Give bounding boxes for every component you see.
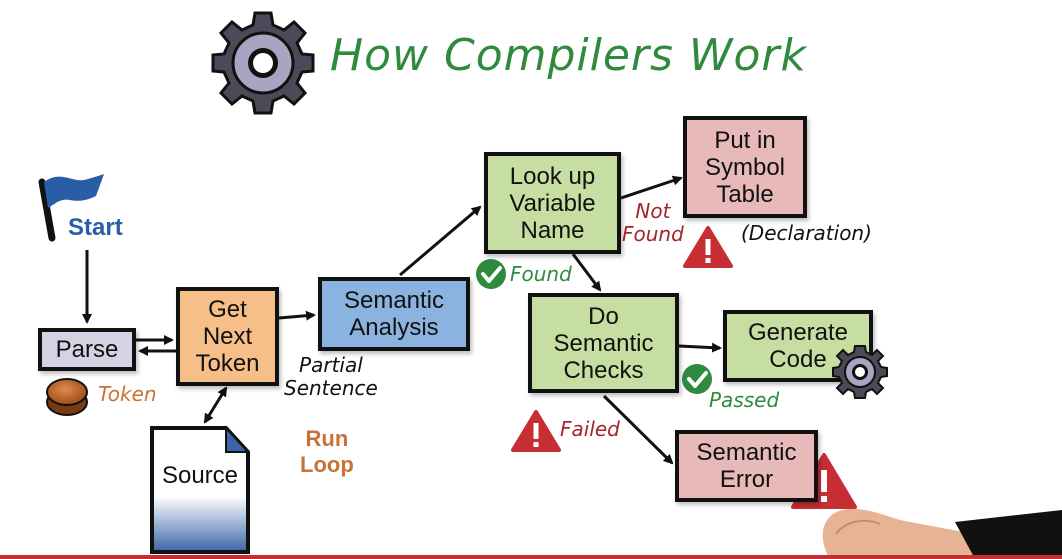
partial-sentence-text: Partial Sentence	[284, 353, 378, 400]
semantic-error-label: Semantic Error	[696, 439, 797, 493]
token-label: Token	[98, 382, 157, 406]
symbol-table-label: Put in Symbol Table	[704, 126, 786, 208]
run-loop-label: Run Loop	[300, 426, 354, 477]
get-next-token-box: Get Next Token	[176, 287, 279, 386]
bottom-progress-line	[0, 555, 1062, 559]
page-title: How Compilers Work	[330, 30, 807, 81]
document-icon	[150, 425, 251, 554]
not-found-label: Not Found	[622, 200, 684, 246]
parse-box: Parse	[38, 328, 136, 371]
semantic-analysis-box: Semantic Analysis	[318, 277, 470, 351]
failed-label: Failed	[560, 417, 620, 441]
passed-label: Passed	[709, 388, 780, 412]
hand-icon	[822, 508, 1062, 559]
gear-icon	[211, 11, 315, 115]
semantic-error-box: Semantic Error	[675, 430, 818, 502]
partial-sentence-label: Partial Sentence	[284, 354, 378, 400]
check-icon	[476, 259, 506, 289]
semantic-checks-box: Do Semantic Checks	[528, 293, 679, 393]
symbol-table-box: Put in Symbol Table	[683, 116, 807, 218]
declaration-label: (Declaration)	[741, 221, 872, 245]
found-label: Found	[510, 262, 572, 286]
look-up-variable-label: Look up Variable Name	[509, 162, 596, 244]
source-label: Source	[161, 462, 239, 489]
get-next-token-label: Get Next Token	[195, 296, 260, 377]
not-found-text: Not Found	[622, 199, 684, 246]
check-icon	[682, 364, 712, 394]
coin-icon	[46, 378, 88, 416]
look-up-variable-box: Look up Variable Name	[484, 152, 621, 254]
start-label: Start	[68, 214, 123, 241]
diagram-canvas: How Compilers Work Start Parse Get Next …	[0, 0, 1062, 559]
generate-code-label: Generate Code	[747, 319, 849, 373]
warning-icon	[683, 226, 733, 268]
parse-label: Parse	[55, 336, 119, 363]
semantic-analysis-label: Semantic Analysis	[343, 287, 445, 341]
generate-code-box: Generate Code	[723, 310, 873, 382]
warning-icon	[511, 410, 561, 452]
semantic-checks-label: Do Semantic Checks	[553, 302, 654, 384]
